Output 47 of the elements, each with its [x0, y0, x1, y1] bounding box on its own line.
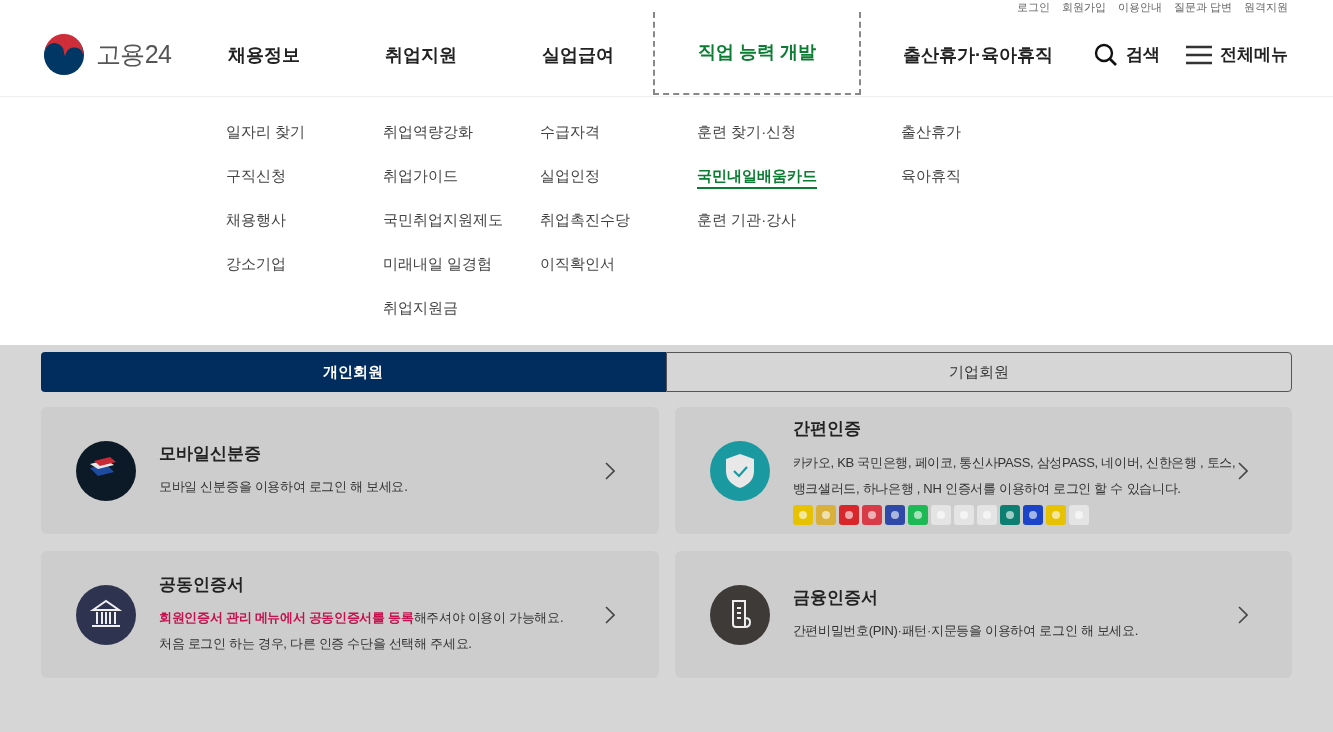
submenu-link[interactable]: 일자리 찾기	[226, 121, 306, 145]
option-title: 모바일신분증	[159, 442, 262, 465]
nav-tab[interactable]: 취업지원	[385, 15, 542, 95]
utility-link[interactable]: 회원가입	[1061, 1, 1106, 13]
nav-tab[interactable]: 채용정보	[228, 15, 385, 95]
login-option-card[interactable]: 공동인증서 회원인증서 관리 메뉴에서 공동인증서를 등록해주셔야 이용이 가능해요. 처음 로그인 하는 경우, 다른 인증 수단을 선택해 주세요.	[41, 551, 659, 678]
submenu-link[interactable]: 출산휴가	[901, 121, 961, 145]
submenu-link[interactable]: 육아휴직	[901, 165, 961, 189]
login-option-card[interactable]: 간편인증 카카오, KB 국민은행, 페이코, 통신사PASS, 삼성PASS, 네이버, 신한은행 , 토스, 뱅크샐러드, 하나은행 , NH 인증서를 이용하여 로그인 할 수 있습니다.	[674, 407, 1292, 534]
option-description: 처음 로그인 하는 경우, 다른 인증 수단을 선택해 주세요.	[159, 635, 473, 654]
option-description: 카카오, KB 국민은행, 페이코, 통신사PASS, 삼성PASS, 네이버, 신한은행 , 토스,	[792, 453, 1237, 472]
submenu-link[interactable]: 강소기업	[226, 253, 286, 277]
submenu-link[interactable]: 국민내일배움카드	[697, 165, 817, 189]
option-description: 간편비밀번호(PIN)·패턴·지문등을 이용하여 로그인 해 보세요.	[792, 622, 1140, 641]
utility-link[interactable]: 이용안내	[1117, 1, 1162, 13]
option-title: 간편인증	[792, 418, 862, 441]
submenu-link[interactable]: 국민취업지원제도	[383, 209, 503, 233]
submenu-link[interactable]: 취업촉진수당	[540, 209, 630, 233]
submenu-link[interactable]: 취업지원금	[383, 297, 458, 321]
submenu-link[interactable]: 취업가이드	[383, 165, 458, 189]
search-button[interactable]: 검색	[1094, 42, 1160, 68]
option-description: 회원인증서 관리 메뉴에서 공동인증서를 등록해주셔야 이용이 가능해요.	[159, 609, 565, 628]
submenu-link[interactable]: 실업인정	[540, 165, 600, 189]
submenu-link[interactable]: 훈련 찾기·신청	[697, 121, 797, 145]
nav-tab[interactable]: 실업급여	[542, 15, 653, 95]
utility-link[interactable]: 원격지원	[1244, 1, 1288, 13]
login-option-card[interactable]: 금융인증서 간편비밀번호(PIN)·패턴·지문등을 이용하여 로그인 해 보세요.	[674, 551, 1292, 678]
login-option-card[interactable]: 모바일신분증 모바일 신분증을 이용하여 로그인 해 보세요.	[41, 407, 659, 534]
nav-tab[interactable]: 직업 능력 개발	[653, 12, 861, 95]
submenu-link[interactable]: 구직신청	[226, 165, 286, 189]
utility-link[interactable]: 질문과 답변	[1173, 1, 1232, 13]
submenu-link[interactable]: 훈련 기관·강사	[697, 209, 797, 233]
submenu-link[interactable]: 취업역량강화	[383, 121, 473, 145]
all-menu-button[interactable]: 전체메뉴	[1186, 42, 1288, 68]
submenu-link[interactable]: 미래내일 일경험	[383, 253, 493, 277]
submenu-link[interactable]: 채용행사	[226, 209, 286, 233]
submenu-link[interactable]: 이직확인서	[540, 253, 615, 277]
nav-tab[interactable]: 출산휴가·육아휴직	[903, 15, 1093, 95]
member-tab[interactable]: 기업회원	[665, 352, 1292, 392]
submenu-link[interactable]: 수급자격	[540, 121, 600, 145]
utility-link[interactable]: 로그인	[1016, 1, 1050, 13]
option-description: 뱅크샐러드, 하나은행 , NH 인증서를 이용하여 로그인 할 수 있습니다.	[792, 479, 1182, 498]
option-description: 모바일 신분증을 이용하여 로그인 해 보세요.	[159, 478, 409, 497]
option-title: 공동인증서	[159, 573, 245, 596]
member-tab[interactable]: 개인회원	[41, 352, 666, 392]
logo-text[interactable]: 고용24	[96, 36, 172, 74]
option-title: 금융인증서	[792, 586, 879, 609]
